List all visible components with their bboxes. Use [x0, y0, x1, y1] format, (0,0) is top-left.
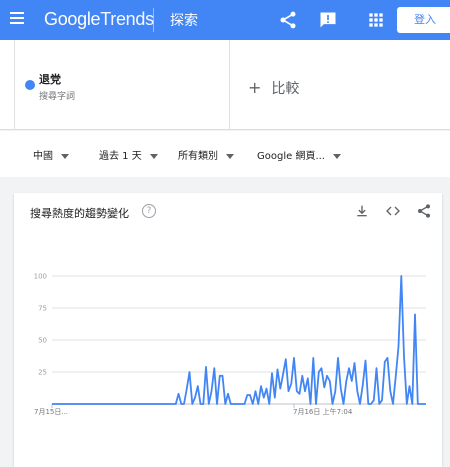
term-name: 退党 [39, 73, 61, 86]
menu-icon[interactable] [10, 12, 24, 24]
property-filter[interactable]: Google 網頁... [257, 147, 341, 162]
caret-down-icon [61, 153, 69, 159]
time-filter-label: 過去 1 天 [99, 151, 142, 162]
login-button[interactable]: 登入 [397, 7, 450, 33]
interest-over-time-card: 搜尋熱度的趨勢變化 ? 100 75 50 25 7月15日... 7月16日 上午7:0… [14, 193, 442, 467]
compare-label: 比較 [271, 81, 300, 97]
explore-label: 探索 [170, 13, 198, 29]
term-color-dot [25, 80, 35, 90]
apps-icon[interactable] [366, 10, 386, 30]
caret-down-icon [226, 153, 234, 159]
y-tick-label: 100 [34, 273, 47, 281]
y-tick-label: 50 [38, 337, 47, 345]
category-filter-label: 所有類別 [178, 151, 218, 162]
category-filter[interactable]: 所有類別 [178, 147, 234, 162]
logo-google-text: Google [44, 9, 101, 29]
caret-down-icon [332, 153, 341, 159]
search-term-card[interactable]: 退党 搜尋字詞 [14, 40, 230, 130]
feedback-icon[interactable] [318, 10, 338, 30]
x-tick-label: 7月16日 上午7:04 [293, 407, 353, 416]
time-filter[interactable]: 過去 1 天 [99, 147, 158, 162]
interest-line-chart: 100 75 50 25 7月15日... 7月16日 上午7:04 [34, 273, 426, 416]
filter-bar: 中國 過去 1 天 所有類別 Google 網頁... [0, 131, 450, 177]
compare-button[interactable]: + 比較 [248, 78, 299, 98]
share-icon[interactable] [278, 10, 298, 30]
y-tick-label: 75 [38, 305, 47, 313]
top-app-bar: GoogleTrends 探索 登入 [0, 0, 450, 40]
logo-trends-text: Trends [100, 9, 154, 29]
term-type: 搜尋字詞 [39, 92, 76, 102]
property-filter-label: Google 網頁... [257, 151, 325, 162]
search-term-row: 退党 搜尋字詞 + 比較 [0, 40, 450, 130]
region-filter[interactable]: 中國 [33, 147, 69, 162]
caret-down-icon [149, 153, 158, 159]
plus-icon: + [248, 78, 262, 97]
region-filter-label: 中國 [33, 151, 53, 162]
google-trends-logo[interactable]: GoogleTrends [44, 9, 154, 30]
y-tick-label: 25 [38, 369, 47, 377]
header-divider [153, 8, 154, 32]
x-tick-label: 7月15日... [34, 408, 68, 416]
